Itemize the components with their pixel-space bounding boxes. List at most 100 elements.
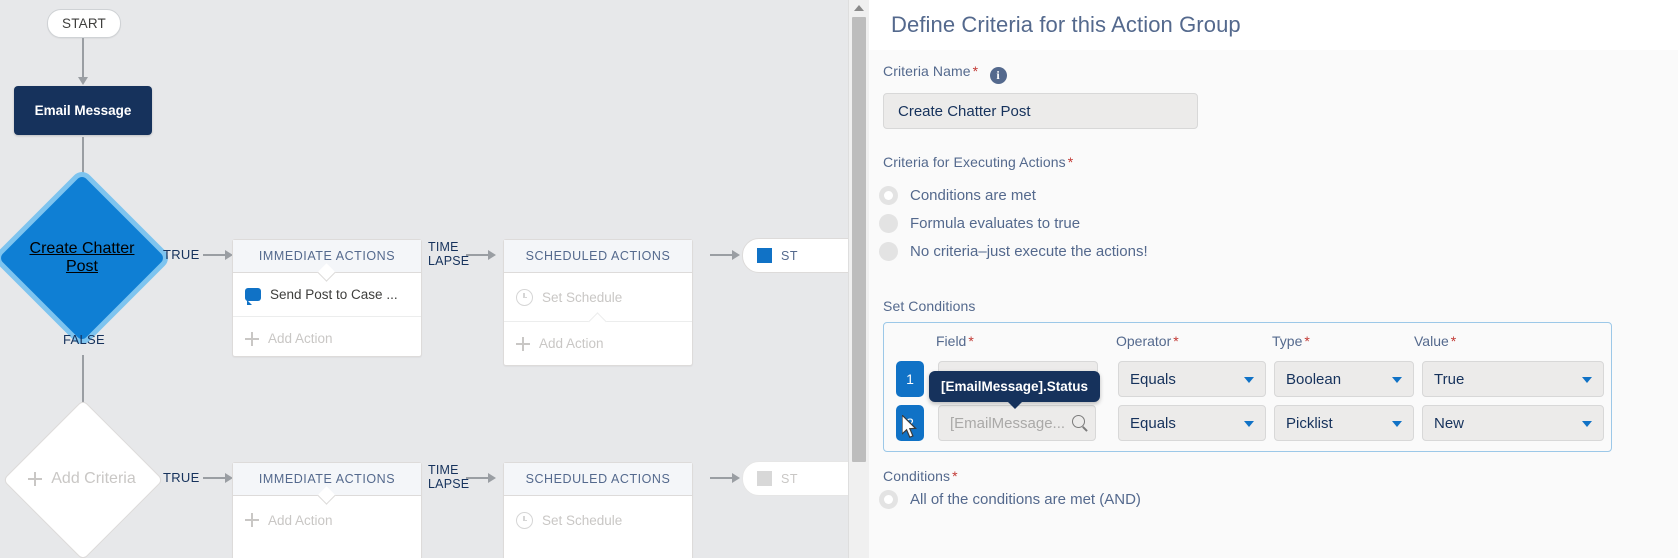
stop-square-icon [757, 248, 772, 263]
criteria-node-add-criteria[interactable]: Add Criteria [26, 423, 138, 535]
connector-to-stop-1 [710, 254, 732, 256]
radio-icon[interactable] [879, 186, 898, 205]
criteria-panel: Define Criteria for this Action Group Cr… [869, 0, 1678, 558]
search-icon[interactable] [1072, 415, 1085, 428]
immediate-actions-panel-2[interactable]: IMMEDIATE ACTIONS Add Action [232, 462, 422, 558]
radio-formula-evaluates-to-true[interactable]: Formula evaluates to true [879, 214, 1148, 233]
radio-label: All of the conditions are met (AND) [910, 491, 1141, 508]
connector-true-2 [203, 477, 225, 479]
scheduled-actions-panel-1[interactable]: SCHEDULED ACTIONS Set Schedule Add Actio… [503, 239, 693, 366]
field-tooltip: [EmailMessage].Status [929, 371, 1100, 402]
plus-icon [516, 337, 530, 351]
chevron-down-icon [1392, 421, 1402, 427]
operator-select-1[interactable]: Equals [1118, 361, 1266, 397]
flow-canvas[interactable]: START Email Message Create Chatter Post … [0, 0, 848, 558]
connector-true-1 [203, 254, 225, 256]
add-action-label: Add Action [539, 336, 604, 351]
set-schedule-button-2[interactable]: Set Schedule [504, 496, 692, 544]
radio-icon[interactable] [879, 214, 898, 233]
chevron-down-icon [1582, 421, 1592, 427]
scroll-up-arrow-icon[interactable] [854, 5, 864, 11]
add-action-label: Add Action [268, 331, 333, 346]
conditions-label: Conditions* [883, 468, 958, 486]
radio-label: Conditions are met [910, 187, 1036, 204]
field-value: [EmailMessage... [950, 415, 1065, 432]
process-builder-screen: START Email Message Create Chatter Post … [0, 0, 1678, 558]
immediate-actions-header-2: IMMEDIATE ACTIONS [233, 463, 421, 496]
radio-no-criteria[interactable]: No criteria–just execute the actions! [879, 242, 1148, 261]
type-select-2[interactable]: Picklist [1274, 405, 1414, 441]
stop-node-2[interactable]: ST [742, 461, 848, 496]
radio-label: Formula evaluates to true [910, 215, 1080, 232]
add-action-button-1[interactable]: Add Action [233, 316, 421, 360]
type-value: Picklist [1286, 415, 1333, 432]
time-lapse-label-1: TIMELAPSE [428, 240, 469, 269]
column-header-field: Field* [936, 333, 974, 349]
connector-timelapse-2 [466, 477, 488, 479]
type-select-1[interactable]: Boolean [1274, 361, 1414, 397]
set-conditions-label: Set Conditions [883, 298, 975, 314]
criteria-exec-radio-group: Conditions are met Formula evaluates to … [879, 177, 1148, 261]
stop-node-1[interactable]: ST [742, 238, 848, 273]
field-lookup-input-2[interactable]: [EmailMessage... [938, 405, 1096, 441]
criteria-panel-body: Criteria Name* i Create Chatter Post Cri… [869, 50, 1678, 558]
add-action-label: Add Action [268, 513, 333, 528]
conditions-radio-group: All of the conditions are met (AND) [879, 490, 1141, 509]
chevron-down-icon [1392, 377, 1402, 383]
chevron-down-icon [1244, 421, 1254, 427]
criteria-name-input[interactable]: Create Chatter Post [883, 93, 1198, 129]
value-select-2[interactable]: New [1422, 405, 1604, 441]
radio-conditions-are-met[interactable]: Conditions are met [879, 186, 1148, 205]
condition-row-2: 2 [EmailMessage... Equals Picklist N [896, 405, 1596, 441]
radio-all-conditions-and[interactable]: All of the conditions are met (AND) [879, 490, 1141, 509]
time-lapse-label-2: TIMELAPSE [428, 463, 469, 492]
clock-icon [516, 512, 533, 529]
immediate-actions-panel-1[interactable]: IMMEDIATE ACTIONS Send Post to Case ... … [232, 239, 422, 357]
start-node[interactable]: START [47, 9, 121, 38]
action-item-label: Send Post to Case ... [270, 287, 398, 302]
radio-label: No criteria–just execute the actions! [910, 243, 1148, 260]
type-value: Boolean [1286, 371, 1341, 388]
set-schedule-label: Set Schedule [542, 290, 622, 305]
plus-icon [245, 513, 259, 527]
chevron-down-icon [1244, 377, 1254, 383]
mouse-cursor [902, 415, 920, 441]
scheduled-actions-header-2: SCHEDULED ACTIONS [504, 463, 692, 496]
scheduled-actions-panel-2[interactable]: SCHEDULED ACTIONS Set Schedule [503, 462, 693, 558]
operator-value: Equals [1130, 371, 1176, 388]
operator-select-2[interactable]: Equals [1118, 405, 1266, 441]
operator-value: Equals [1130, 415, 1176, 432]
plus-icon [28, 472, 42, 486]
criteria-exec-label: Criteria for Executing Actions* [883, 154, 1073, 172]
immediate-actions-header-1: IMMEDIATE ACTIONS [233, 240, 421, 273]
set-schedule-label: Set Schedule [542, 513, 622, 528]
add-action-button-2[interactable]: Add Action [504, 321, 692, 365]
column-header-operator: Operator* [1116, 333, 1179, 349]
criteria-node-create-chatter-post[interactable]: Create Chatter Post [23, 199, 141, 317]
chevron-down-icon [1582, 377, 1592, 383]
add-criteria-label: Add Criteria [51, 470, 135, 488]
value-select-1[interactable]: True [1422, 361, 1604, 397]
object-node-email-message[interactable]: Email Message [14, 86, 152, 135]
tooltip-text: [EmailMessage].Status [941, 379, 1088, 394]
criteria-name-label: Criteria Name* i [883, 63, 1007, 84]
condition-row-number[interactable]: 1 [896, 361, 924, 397]
stop-label: ST [781, 249, 798, 263]
connector-start-to-object [82, 38, 84, 78]
connector-object-to-criteria [82, 137, 84, 175]
add-criteria-label-wrap: Add Criteria [26, 423, 138, 535]
radio-icon[interactable] [879, 490, 898, 509]
connector-to-stop-2 [710, 477, 732, 479]
radio-icon[interactable] [879, 242, 898, 261]
scrollbar-thumb[interactable] [852, 17, 866, 462]
value-value: New [1434, 415, 1464, 432]
canvas-vertical-scrollbar[interactable] [848, 0, 870, 558]
stop-label: ST [781, 472, 798, 486]
stop-square-icon [757, 471, 772, 486]
branch-label-false: FALSE [63, 332, 105, 347]
info-icon[interactable]: i [990, 67, 1007, 84]
chatter-post-icon [245, 288, 261, 301]
criteria-node-label: Create Chatter Post [23, 199, 141, 317]
value-value: True [1434, 371, 1464, 388]
tooltip-tail [1007, 401, 1023, 409]
